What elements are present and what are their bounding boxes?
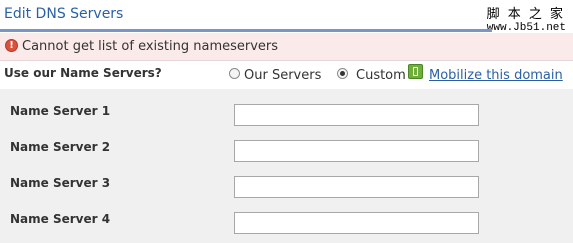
name-server-row-4: Name Server 4 bbox=[0, 201, 573, 237]
name-server-row-1: Name Server 1 bbox=[0, 93, 573, 129]
title-divider bbox=[0, 29, 492, 32]
nameserver-choice-row: Use our Name Servers? Our Servers Custom… bbox=[0, 61, 573, 89]
name-server-1-input[interactable] bbox=[234, 104, 479, 126]
edit-dns-servers-page: Edit DNS Servers 脚 本 之 家 www.Jb51.net ! … bbox=[0, 0, 573, 243]
watermark: 脚 本 之 家 www.Jb51.net bbox=[487, 3, 569, 36]
title-bar: Edit DNS Servers 脚 本 之 家 www.Jb51.net bbox=[0, 0, 573, 36]
mobile-phone-icon[interactable] bbox=[408, 64, 423, 79]
name-server-4-input[interactable] bbox=[234, 212, 479, 234]
our-servers-label[interactable]: Our Servers bbox=[244, 68, 321, 83]
our-servers-radio[interactable] bbox=[229, 68, 240, 79]
nameserver-choice-label: Use our Name Servers? bbox=[4, 66, 162, 80]
name-server-3-input[interactable] bbox=[234, 176, 479, 198]
name-server-1-label: Name Server 1 bbox=[10, 104, 111, 118]
error-message-bar: ! Cannot get list of existing nameserver… bbox=[0, 33, 573, 61]
watermark-line-1: 脚 本 之 家 bbox=[486, 7, 565, 22]
exclamation-icon: ! bbox=[5, 39, 18, 52]
name-server-3-label: Name Server 3 bbox=[10, 176, 111, 190]
error-message-text: Cannot get list of existing nameservers bbox=[22, 39, 279, 54]
mobilize-domain-link[interactable]: Mobilize this domain bbox=[429, 68, 563, 83]
custom-label[interactable]: Custom bbox=[356, 68, 406, 83]
name-server-2-input[interactable] bbox=[234, 140, 479, 162]
name-server-4-label: Name Server 4 bbox=[10, 212, 111, 226]
name-server-row-3: Name Server 3 bbox=[0, 165, 573, 201]
page-title: Edit DNS Servers bbox=[4, 6, 124, 22]
name-server-2-label: Name Server 2 bbox=[10, 140, 111, 154]
custom-radio[interactable] bbox=[337, 68, 348, 79]
name-server-row-2: Name Server 2 bbox=[0, 129, 573, 165]
name-servers-panel: Name Server 1 Name Server 2 Name Server … bbox=[0, 89, 573, 243]
